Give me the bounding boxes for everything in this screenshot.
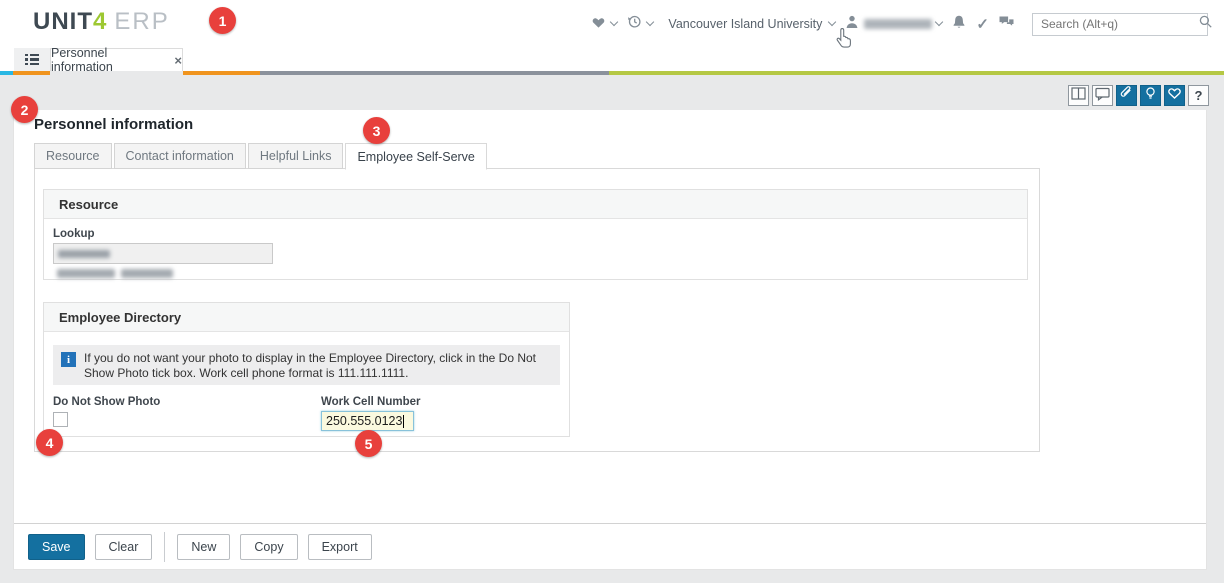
do-not-show-photo-checkbox[interactable] [53,412,68,427]
resource-name-redacted [57,269,1027,278]
comment-bubble-icon [1094,85,1111,107]
info-message: i If you do not want your photo to displ… [53,345,560,385]
check-icon: ✓ [976,15,989,33]
stripe-gray-segment [260,71,609,75]
annotation-badge-5: 5 [355,430,382,457]
favorites-menu-button[interactable] [590,14,617,35]
question-mark-icon: ? [1195,88,1203,103]
lookup-input[interactable] [53,243,273,264]
favorite-button[interactable] [1164,85,1185,106]
accent-stripe [0,71,1224,75]
annotation-badge-4: 4 [36,429,63,456]
search-icon[interactable] [1198,14,1213,34]
redacted-text [121,269,173,278]
tab-resource[interactable]: Resource [34,143,112,169]
split-view-button[interactable] [1068,85,1089,106]
resource-section-title: Resource [44,190,1027,219]
chevron-down-icon [610,18,618,26]
stripe-green-segment [609,71,1224,75]
global-search [1032,13,1208,36]
bell-icon [951,14,967,35]
info-message-text: If you do not want your photo to display… [84,349,552,381]
attachments-button[interactable] [1116,85,1137,106]
new-button[interactable]: New [177,534,230,560]
menu-list-icon [25,54,39,66]
tab-employee-self-serve[interactable]: Employee Self-Serve [345,143,486,170]
tips-button[interactable] [1140,85,1161,106]
text-caret [403,415,404,428]
heart-icon [590,14,607,35]
recent-history-button[interactable] [626,13,653,35]
chevron-down-icon [935,18,943,26]
stripe-cyan-segment [0,71,13,75]
copy-button[interactable]: Copy [240,534,297,560]
logo-four: 4 [93,8,107,35]
organization-name: Vancouver Island University [668,17,822,31]
employee-directory-title: Employee Directory [44,303,569,332]
search-input[interactable] [1039,16,1198,32]
main-content-panel: Personnel information Resource Contact i… [13,110,1207,570]
annotation-badge-1: 1 [209,7,236,34]
clear-button[interactable]: Clear [95,534,153,560]
do-not-show-photo-label: Do Not Show Photo [53,396,321,408]
history-icon [626,13,643,35]
tasks-button[interactable]: ✓ [976,15,989,33]
tab-personnel-information[interactable]: Personnel information × [50,48,183,71]
stripe-orange-segment [183,71,260,75]
work-cell-number-label: Work Cell Number [321,396,420,408]
annotation-badge-3: 3 [363,117,390,144]
logo-unit: UNIT [33,8,93,35]
work-cell-number-value: 250.555.0123 [326,414,402,428]
help-button[interactable]: ? [1188,85,1209,106]
resource-section: Resource Lookup [43,189,1028,280]
chevron-down-icon [646,18,654,26]
lookup-label: Lookup [53,228,1027,240]
employee-directory-section: Employee Directory i If you do not want … [43,302,570,437]
doc-tab-label: Personnel information [51,46,165,74]
employee-self-serve-panel: Resource Lookup Employee Directory i If … [34,168,1040,452]
page-title: Personnel information [34,116,193,133]
close-icon[interactable]: × [174,54,182,67]
work-cell-number-input[interactable]: 250.555.0123 [321,411,414,431]
split-view-icon [1070,85,1087,107]
messages-button[interactable] [998,14,1015,34]
info-icon: i [61,352,76,367]
window-icon-toolbar: ? [1068,85,1209,106]
document-tab-bar: Personnel information × [0,48,1224,71]
mouse-cursor-hand [836,27,855,53]
notifications-button[interactable] [951,14,967,35]
heart-icon [1166,85,1183,106]
user-name-redacted [864,19,932,29]
user-menu[interactable] [844,14,942,34]
save-button[interactable]: Save [28,534,85,560]
annotation-badge-2: 2 [11,96,38,123]
tab-helpful-links[interactable]: Helpful Links [248,143,344,169]
logo-erp: ERP [114,8,169,35]
stripe-orange-segment [13,71,50,75]
section-tabs: Resource Contact information Helpful Lin… [34,143,487,170]
toolbar-divider [164,532,165,562]
paperclip-icon [1118,85,1135,107]
lightbulb-icon [1142,85,1159,107]
lookup-value-redacted [58,250,110,258]
comments-button[interactable] [1092,85,1113,106]
tab-contact-information[interactable]: Contact information [114,143,246,169]
organization-selector[interactable]: Vancouver Island University [662,17,835,31]
export-button[interactable]: Export [308,534,372,560]
chevron-down-icon [828,18,836,26]
chat-icon [998,14,1015,34]
menu-tab-button[interactable] [14,48,50,71]
redacted-text [57,269,115,278]
unit4-erp-logo: UNIT4 ERP [33,8,170,36]
action-toolbar: Save Clear New Copy Export [14,523,1206,569]
app-header: UNIT4 ERP Vancouver Island University [0,0,1224,48]
